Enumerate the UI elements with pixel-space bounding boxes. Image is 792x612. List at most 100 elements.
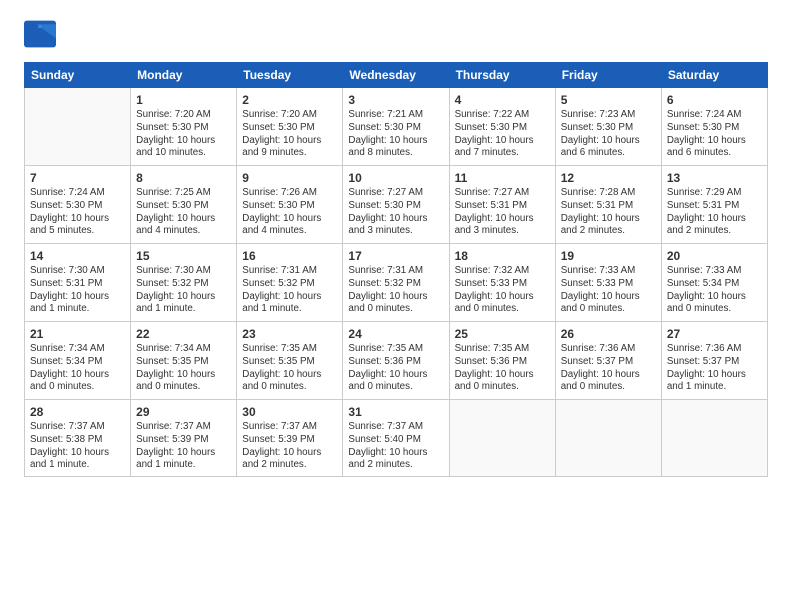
day-number: 24 (348, 326, 443, 342)
logo (24, 20, 60, 48)
calendar-cell: 28Sunrise: 7:37 AM Sunset: 5:38 PM Dayli… (25, 400, 131, 477)
day-number: 23 (242, 326, 337, 342)
day-info: Sunrise: 7:24 AM Sunset: 5:30 PM Dayligh… (30, 187, 125, 238)
header (24, 20, 768, 48)
day-info: Sunrise: 7:21 AM Sunset: 5:30 PM Dayligh… (348, 109, 443, 160)
day-number: 14 (30, 248, 125, 264)
calendar-cell (25, 88, 131, 166)
column-header-wednesday: Wednesday (343, 63, 449, 88)
column-header-sunday: Sunday (25, 63, 131, 88)
day-info: Sunrise: 7:37 AM Sunset: 5:40 PM Dayligh… (348, 421, 443, 472)
page: SundayMondayTuesdayWednesdayThursdayFrid… (0, 0, 792, 612)
day-info: Sunrise: 7:32 AM Sunset: 5:33 PM Dayligh… (455, 265, 550, 316)
column-header-monday: Monday (131, 63, 237, 88)
calendar-cell: 19Sunrise: 7:33 AM Sunset: 5:33 PM Dayli… (555, 244, 661, 322)
week-row-5: 28Sunrise: 7:37 AM Sunset: 5:38 PM Dayli… (25, 400, 768, 477)
day-info: Sunrise: 7:37 AM Sunset: 5:39 PM Dayligh… (136, 421, 231, 472)
calendar-body: 1Sunrise: 7:20 AM Sunset: 5:30 PM Daylig… (25, 88, 768, 477)
day-info: Sunrise: 7:35 AM Sunset: 5:36 PM Dayligh… (348, 343, 443, 394)
day-info: Sunrise: 7:27 AM Sunset: 5:30 PM Dayligh… (348, 187, 443, 238)
day-info: Sunrise: 7:37 AM Sunset: 5:39 PM Dayligh… (242, 421, 337, 472)
column-header-saturday: Saturday (661, 63, 767, 88)
calendar-cell: 24Sunrise: 7:35 AM Sunset: 5:36 PM Dayli… (343, 322, 449, 400)
day-info: Sunrise: 7:35 AM Sunset: 5:36 PM Dayligh… (455, 343, 550, 394)
day-info: Sunrise: 7:23 AM Sunset: 5:30 PM Dayligh… (561, 109, 656, 160)
calendar-cell: 31Sunrise: 7:37 AM Sunset: 5:40 PM Dayli… (343, 400, 449, 477)
day-info: Sunrise: 7:33 AM Sunset: 5:34 PM Dayligh… (667, 265, 762, 316)
week-row-3: 14Sunrise: 7:30 AM Sunset: 5:31 PM Dayli… (25, 244, 768, 322)
day-info: Sunrise: 7:28 AM Sunset: 5:31 PM Dayligh… (561, 187, 656, 238)
day-info: Sunrise: 7:33 AM Sunset: 5:33 PM Dayligh… (561, 265, 656, 316)
calendar-cell: 6Sunrise: 7:24 AM Sunset: 5:30 PM Daylig… (661, 88, 767, 166)
day-number: 17 (348, 248, 443, 264)
day-info: Sunrise: 7:36 AM Sunset: 5:37 PM Dayligh… (561, 343, 656, 394)
calendar-header: SundayMondayTuesdayWednesdayThursdayFrid… (25, 63, 768, 88)
day-number: 22 (136, 326, 231, 342)
column-header-friday: Friday (555, 63, 661, 88)
day-info: Sunrise: 7:30 AM Sunset: 5:31 PM Dayligh… (30, 265, 125, 316)
day-info: Sunrise: 7:31 AM Sunset: 5:32 PM Dayligh… (348, 265, 443, 316)
calendar-cell: 30Sunrise: 7:37 AM Sunset: 5:39 PM Dayli… (237, 400, 343, 477)
day-info: Sunrise: 7:30 AM Sunset: 5:32 PM Dayligh… (136, 265, 231, 316)
day-number: 18 (455, 248, 550, 264)
day-number: 28 (30, 404, 125, 420)
calendar-cell: 5Sunrise: 7:23 AM Sunset: 5:30 PM Daylig… (555, 88, 661, 166)
column-header-tuesday: Tuesday (237, 63, 343, 88)
calendar-cell: 8Sunrise: 7:25 AM Sunset: 5:30 PM Daylig… (131, 166, 237, 244)
day-number: 7 (30, 170, 125, 186)
logo-icon (24, 20, 56, 48)
calendar-cell: 18Sunrise: 7:32 AM Sunset: 5:33 PM Dayli… (449, 244, 555, 322)
day-number: 6 (667, 92, 762, 108)
day-number: 11 (455, 170, 550, 186)
calendar-cell: 22Sunrise: 7:34 AM Sunset: 5:35 PM Dayli… (131, 322, 237, 400)
day-info: Sunrise: 7:37 AM Sunset: 5:38 PM Dayligh… (30, 421, 125, 472)
day-number: 12 (561, 170, 656, 186)
day-info: Sunrise: 7:20 AM Sunset: 5:30 PM Dayligh… (136, 109, 231, 160)
day-number: 15 (136, 248, 231, 264)
calendar-cell: 11Sunrise: 7:27 AM Sunset: 5:31 PM Dayli… (449, 166, 555, 244)
calendar-cell: 26Sunrise: 7:36 AM Sunset: 5:37 PM Dayli… (555, 322, 661, 400)
day-number: 1 (136, 92, 231, 108)
day-number: 26 (561, 326, 656, 342)
day-number: 9 (242, 170, 337, 186)
calendar-cell (555, 400, 661, 477)
day-number: 13 (667, 170, 762, 186)
day-number: 8 (136, 170, 231, 186)
day-number: 21 (30, 326, 125, 342)
calendar-cell: 7Sunrise: 7:24 AM Sunset: 5:30 PM Daylig… (25, 166, 131, 244)
calendar-cell: 21Sunrise: 7:34 AM Sunset: 5:34 PM Dayli… (25, 322, 131, 400)
calendar-cell: 27Sunrise: 7:36 AM Sunset: 5:37 PM Dayli… (661, 322, 767, 400)
day-number: 4 (455, 92, 550, 108)
day-number: 29 (136, 404, 231, 420)
day-info: Sunrise: 7:34 AM Sunset: 5:34 PM Dayligh… (30, 343, 125, 394)
day-number: 3 (348, 92, 443, 108)
day-number: 5 (561, 92, 656, 108)
calendar-cell: 25Sunrise: 7:35 AM Sunset: 5:36 PM Dayli… (449, 322, 555, 400)
calendar-cell: 10Sunrise: 7:27 AM Sunset: 5:30 PM Dayli… (343, 166, 449, 244)
day-info: Sunrise: 7:29 AM Sunset: 5:31 PM Dayligh… (667, 187, 762, 238)
day-number: 25 (455, 326, 550, 342)
calendar-cell: 20Sunrise: 7:33 AM Sunset: 5:34 PM Dayli… (661, 244, 767, 322)
day-number: 30 (242, 404, 337, 420)
week-row-1: 1Sunrise: 7:20 AM Sunset: 5:30 PM Daylig… (25, 88, 768, 166)
day-info: Sunrise: 7:34 AM Sunset: 5:35 PM Dayligh… (136, 343, 231, 394)
day-info: Sunrise: 7:36 AM Sunset: 5:37 PM Dayligh… (667, 343, 762, 394)
week-row-2: 7Sunrise: 7:24 AM Sunset: 5:30 PM Daylig… (25, 166, 768, 244)
day-number: 31 (348, 404, 443, 420)
calendar-cell: 29Sunrise: 7:37 AM Sunset: 5:39 PM Dayli… (131, 400, 237, 477)
day-info: Sunrise: 7:22 AM Sunset: 5:30 PM Dayligh… (455, 109, 550, 160)
day-number: 19 (561, 248, 656, 264)
calendar-cell: 12Sunrise: 7:28 AM Sunset: 5:31 PM Dayli… (555, 166, 661, 244)
day-number: 20 (667, 248, 762, 264)
calendar-cell: 15Sunrise: 7:30 AM Sunset: 5:32 PM Dayli… (131, 244, 237, 322)
calendar-cell: 9Sunrise: 7:26 AM Sunset: 5:30 PM Daylig… (237, 166, 343, 244)
day-info: Sunrise: 7:20 AM Sunset: 5:30 PM Dayligh… (242, 109, 337, 160)
day-number: 16 (242, 248, 337, 264)
day-number: 27 (667, 326, 762, 342)
day-number: 2 (242, 92, 337, 108)
calendar-cell: 4Sunrise: 7:22 AM Sunset: 5:30 PM Daylig… (449, 88, 555, 166)
day-info: Sunrise: 7:26 AM Sunset: 5:30 PM Dayligh… (242, 187, 337, 238)
day-info: Sunrise: 7:27 AM Sunset: 5:31 PM Dayligh… (455, 187, 550, 238)
day-info: Sunrise: 7:25 AM Sunset: 5:30 PM Dayligh… (136, 187, 231, 238)
week-row-4: 21Sunrise: 7:34 AM Sunset: 5:34 PM Dayli… (25, 322, 768, 400)
